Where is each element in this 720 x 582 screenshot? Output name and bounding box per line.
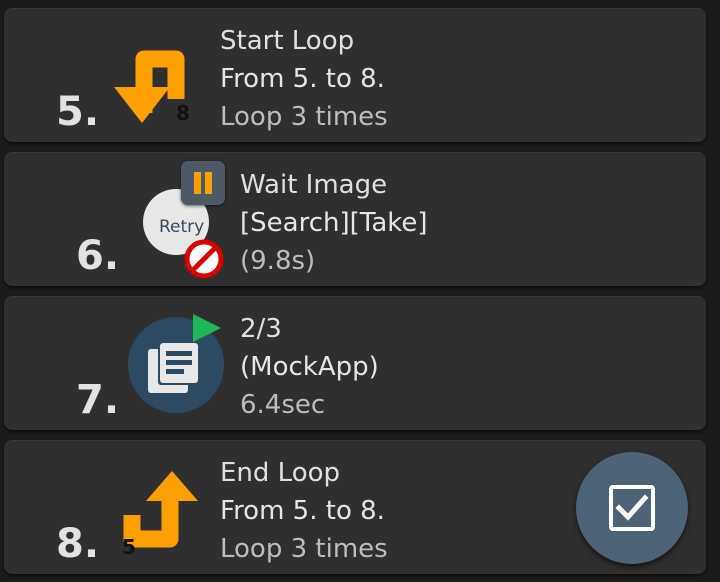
stop-icon <box>184 239 224 279</box>
action-summary: (9.8s) <box>240 246 316 276</box>
item-number: 6. <box>76 233 120 279</box>
loop-target-badge: 5 <box>122 535 136 559</box>
item-number: 5. <box>56 89 100 135</box>
action-summary: Loop 3 times <box>220 102 388 132</box>
item-number: 7. <box>76 377 120 423</box>
action-title: End Loop <box>220 458 341 488</box>
action-detail: From 5. to 8. <box>220 64 385 94</box>
list-item-wait-image[interactable]: 6. Retry Wait Image [Search][Take] (9.8s… <box>4 152 706 286</box>
action-title: 2/3 <box>240 314 282 344</box>
confirm-fab-button[interactable] <box>576 452 688 564</box>
action-title: Start Loop <box>220 26 355 56</box>
action-title: Wait Image <box>240 170 388 200</box>
pause-icon <box>194 172 212 194</box>
loop-target-badge: 8 <box>176 101 190 125</box>
action-summary: 6.4sec <box>240 390 326 420</box>
list-item-start-loop[interactable]: 5. 8 Start Loop From 5. to 8. Loop 3 tim… <box>4 8 706 142</box>
action-detail: [Search][Take] <box>240 208 428 238</box>
action-summary: Loop 3 times <box>220 534 388 564</box>
action-detail: (MockApp) <box>240 352 379 382</box>
checkbox-checked-icon <box>609 485 655 531</box>
play-icon <box>193 314 221 342</box>
list-item-app-step[interactable]: 7. 2/3 (MockApp) 6.4sec <box>4 296 706 430</box>
action-detail: From 5. to 8. <box>220 496 385 526</box>
pause-button[interactable] <box>181 161 225 205</box>
retry-label: Retry <box>159 217 205 237</box>
item-number: 8. <box>56 521 100 567</box>
